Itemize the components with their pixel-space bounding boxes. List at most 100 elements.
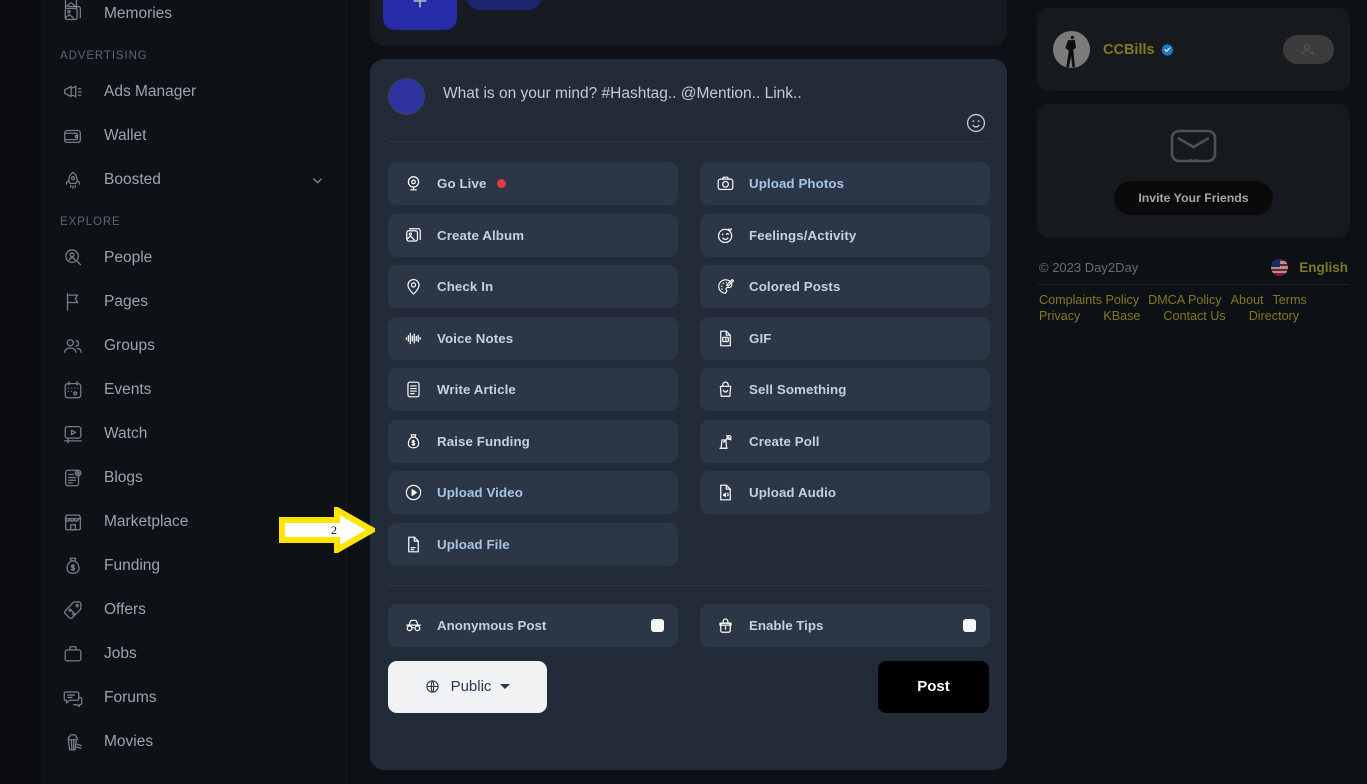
smiley-icon[interactable] xyxy=(965,112,987,134)
composer-footer: Public Post xyxy=(388,647,989,713)
sidebar-item-label: Boosted xyxy=(104,171,161,188)
sidebar-item-ads-manager[interactable]: Ads Manager xyxy=(41,70,346,114)
profile-suggestion-card: CCBills xyxy=(1037,8,1350,91)
post-button[interactable]: Post xyxy=(878,660,989,713)
toggle-label: Anonymous Post xyxy=(437,617,547,633)
composer-option-label: Sell Something xyxy=(749,382,847,397)
composer-option-write-article[interactable]: Write Article xyxy=(388,368,678,411)
composer-options-grid: Go Live Upload Photos Create Album Feelings… xyxy=(388,142,990,566)
footer-link-contact-us[interactable]: Contact Us xyxy=(1163,309,1225,323)
composer-option-create-album[interactable]: Create Album xyxy=(388,213,678,257)
toggle-anonymous-post[interactable]: Anonymous Post xyxy=(388,603,678,647)
sidebar-item-jobs[interactable]: Jobs xyxy=(41,632,346,676)
plus-icon[interactable] xyxy=(409,0,431,12)
language-selector[interactable]: English xyxy=(1271,259,1348,276)
composer-option-label: Raise Funding xyxy=(437,433,530,449)
composer-option-label: Colored Posts xyxy=(749,279,841,294)
composer-option-create-poll[interactable]: Create Poll xyxy=(700,419,990,463)
story-tile[interactable] xyxy=(467,0,541,10)
composer-input[interactable]: What is on your mind? #Hashtag.. @Mentio… xyxy=(443,85,802,103)
composer-header: What is on your mind? #Hashtag.. @Mentio… xyxy=(388,59,989,142)
store-icon xyxy=(60,509,86,535)
add-user-icon xyxy=(1302,43,1315,55)
sidebar-item-pages[interactable]: Pages xyxy=(41,280,346,324)
sidebar-item-label: Forums xyxy=(104,689,157,706)
privacy-dropdown[interactable]: Public xyxy=(388,660,547,713)
composer-option-upload-video[interactable]: Upload Video xyxy=(388,471,678,514)
composer-option-gif[interactable]: GIF xyxy=(700,316,990,360)
composer-option-feelings-activity[interactable]: Feelings/Activity xyxy=(700,213,990,257)
sidebar-item-marketplace[interactable]: Marketplace xyxy=(41,500,346,544)
poll-icon xyxy=(713,429,737,453)
composer-option-upload-file[interactable]: Upload File xyxy=(388,522,678,566)
webcam-icon xyxy=(401,172,425,196)
composer-option-colored-posts[interactable]: Colored Posts xyxy=(700,265,990,308)
toggle-switch[interactable] xyxy=(651,618,664,632)
sidebar-item-blogs[interactable]: Blogs xyxy=(41,456,346,500)
sidebar-item-label: Offers xyxy=(104,601,146,618)
chevron-down-icon[interactable] xyxy=(310,173,325,188)
footer-link-terms[interactable]: Terms xyxy=(1273,293,1307,307)
privacy-label: Public xyxy=(450,678,492,695)
toggle-enable-tips[interactable]: Enable Tips xyxy=(700,603,990,647)
profile-name[interactable]: CCBills xyxy=(1103,42,1155,58)
sidebar-item-wallet[interactable]: Wallet xyxy=(41,114,346,158)
footer-link-directory[interactable]: Directory xyxy=(1249,309,1299,323)
invite-friends-button[interactable]: Invite Your Friends xyxy=(1114,181,1273,215)
sidebar-item-movies[interactable]: Movies xyxy=(41,720,346,764)
sidebar-item-events[interactable]: Events xyxy=(41,368,346,412)
invite-friends-card: Invite Your Friends xyxy=(1037,104,1350,238)
video-player-icon xyxy=(60,421,86,447)
file-icon xyxy=(401,532,425,556)
megaphone-icon xyxy=(60,79,86,105)
gif-file-icon xyxy=(713,326,737,350)
sidebar-item-label: Ads Manager xyxy=(104,83,197,100)
composer-option-check-in[interactable]: Check In xyxy=(388,265,678,308)
sidebar-item-label: Jobs xyxy=(104,645,137,662)
camera-icon xyxy=(713,172,737,196)
sidebar-item-funding[interactable]: Funding xyxy=(41,544,346,588)
smiley-wink-icon xyxy=(713,223,737,247)
calendar-icon xyxy=(60,377,86,403)
center-column: What is on your mind? #Hashtag.. @Mentio… xyxy=(347,0,1020,784)
briefcase-icon xyxy=(60,641,86,667)
footer-links: Complaints Policy DMCA Policy About Terms Pr… xyxy=(1037,293,1327,323)
language-label: English xyxy=(1299,260,1348,275)
footer-link-about[interactable]: About xyxy=(1231,293,1264,307)
chat-bubbles-icon xyxy=(60,685,86,711)
sidebar-item-label: People xyxy=(104,249,153,266)
sidebar-item-offers[interactable]: Offers xyxy=(41,588,346,632)
footer-link-privacy[interactable]: Privacy xyxy=(1039,309,1080,323)
divider xyxy=(1037,284,1350,285)
sidebar-item-forums[interactable]: Forums xyxy=(41,676,346,720)
article-icon xyxy=(60,465,86,491)
composer-option-sell-something[interactable]: Sell Something xyxy=(700,368,990,411)
footer-link-kbase[interactable]: KBase xyxy=(1103,309,1140,323)
sidebar-item-watch[interactable]: Watch xyxy=(41,412,346,456)
footer-link-complaints-policy[interactable]: Complaints Policy xyxy=(1039,293,1139,307)
add-user-button[interactable] xyxy=(1283,35,1334,64)
composer-option-label: Feelings/Activity xyxy=(749,227,857,243)
composer-option-raise-funding[interactable]: Raise Funding xyxy=(388,419,678,463)
rocket-icon xyxy=(60,167,86,193)
composer-option-voice-notes[interactable]: Voice Notes xyxy=(388,316,678,360)
sidebar-item-boosted[interactable]: Boosted xyxy=(41,158,346,202)
composer-option-upload-audio[interactable]: Upload Audio xyxy=(700,471,990,514)
composer-option-label: Upload File xyxy=(437,536,510,552)
sidebar-item-people[interactable]: People xyxy=(41,236,346,280)
sidebar-item-label: Watch xyxy=(104,425,148,442)
composer-option-go-live[interactable]: Go Live xyxy=(388,162,678,205)
composer-option-label: Upload Photos xyxy=(749,176,845,191)
toggle-switch[interactable] xyxy=(963,618,976,632)
left-sidebar: Memories ADVERTISING Ads Manager Wallet Boos… xyxy=(0,0,347,784)
sidebar-item-label: Memories xyxy=(104,5,173,22)
incognito-icon xyxy=(401,613,425,637)
sidebar-item-groups[interactable]: Groups xyxy=(41,324,346,368)
avatar[interactable] xyxy=(1053,31,1090,68)
audio-file-icon xyxy=(713,481,737,505)
footer-link-dmca-policy[interactable]: DMCA Policy xyxy=(1148,293,1221,307)
sidebar-item-label: Movies xyxy=(104,733,154,750)
sidebar-item-memories[interactable]: Memories xyxy=(41,0,346,36)
money-bag-icon xyxy=(401,429,425,453)
composer-option-upload-photos[interactable]: Upload Photos xyxy=(700,162,990,205)
